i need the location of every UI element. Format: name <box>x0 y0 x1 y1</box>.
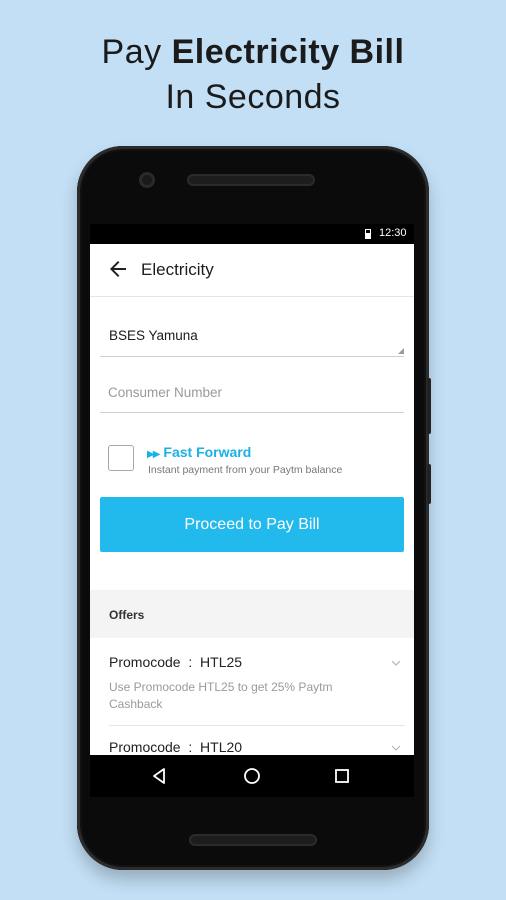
fast-forward-subtitle: Instant payment from your Paytm balance <box>148 464 343 476</box>
promo-description: Use Promocode HTL25 to get 25% Paytm Cas… <box>109 680 333 711</box>
proceed-to-pay-button[interactable]: Proceed to Pay Bill <box>100 497 404 552</box>
fast-forward-title: Fast Forward <box>163 444 252 460</box>
promo-title: Promocode : HTL25 <box>109 654 243 670</box>
status-bar: 12:30 <box>90 224 414 244</box>
fast-forward-icon: ▶▶ <box>147 449 160 460</box>
electricity-screen: Electricity BSES Yamuna ▶▶Fast Forward I… <box>90 244 414 755</box>
headline-line-1: Pay Electricity Bill <box>0 30 506 75</box>
promo-headline: Pay Electricity Bill In Seconds <box>0 30 506 120</box>
volume-button <box>427 378 431 434</box>
page-title: Electricity <box>141 260 214 279</box>
nav-recents-icon[interactable] <box>331 765 353 787</box>
android-nav-bar <box>90 755 414 797</box>
status-time: 12:30 <box>379 227 407 239</box>
operator-select[interactable]: BSES Yamuna <box>100 316 404 357</box>
consumer-number-field <box>100 372 408 413</box>
phone-frame: 12:30 Electricity BSES Yamuna ▶▶Fast For… <box>77 146 431 870</box>
app-toolbar: Electricity <box>90 244 414 297</box>
promo-divider <box>109 725 405 726</box>
consumer-number-input[interactable] <box>100 378 408 406</box>
fast-forward-label[interactable]: ▶▶ Fast Forward <box>147 444 251 460</box>
nav-home-icon[interactable] <box>241 765 263 787</box>
fast-forward-checkbox[interactable] <box>108 445 134 471</box>
front-camera <box>139 172 155 188</box>
power-button <box>427 464 431 504</box>
promo-title: Promocode : HTL20 <box>109 739 243 755</box>
chevron-down-icon[interactable] <box>391 743 401 753</box>
operator-value: BSES Yamuna <box>109 328 198 343</box>
dropdown-corner-icon <box>398 348 404 354</box>
phone-screen: 12:30 Electricity BSES Yamuna ▶▶Fast For… <box>90 224 414 797</box>
offers-header: Offers <box>90 590 414 638</box>
offers-label: Offers <box>109 608 145 622</box>
back-arrow-icon[interactable] <box>106 257 130 281</box>
top-speaker <box>187 174 315 186</box>
headline-line-2: In Seconds <box>165 78 341 116</box>
battery-icon <box>365 229 371 239</box>
bottom-speaker <box>189 834 317 846</box>
nav-back-icon[interactable] <box>149 765 171 787</box>
chevron-down-icon[interactable] <box>391 658 401 668</box>
headline-prefix: Pay <box>101 33 172 71</box>
headline-bold: Electricity Bill <box>171 33 405 71</box>
